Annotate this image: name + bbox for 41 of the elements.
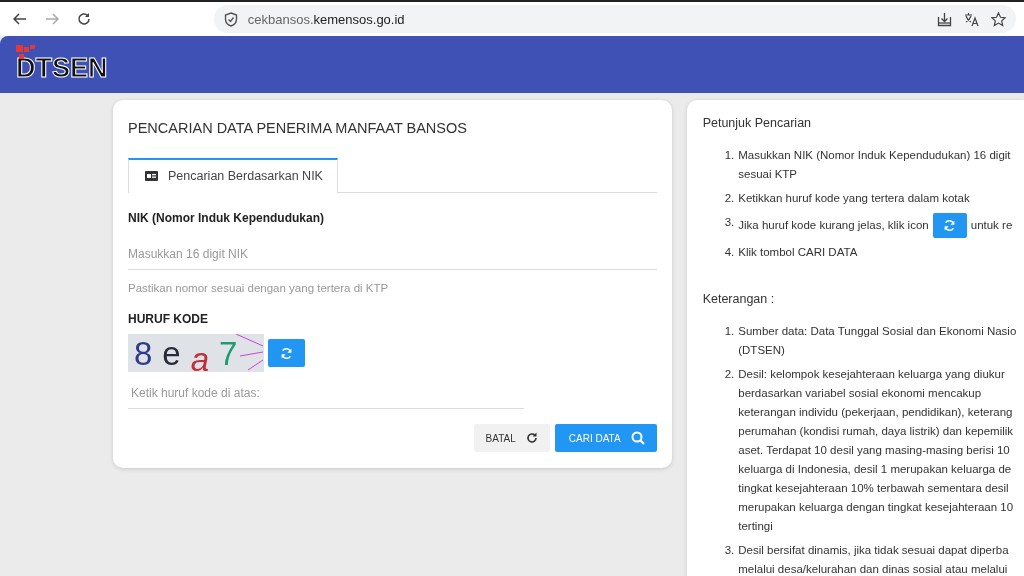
list-number: 3. (724, 215, 735, 230)
nik-input[interactable]: Masukkan 16 digit NIK (128, 239, 657, 270)
list-text: Klik tombol CARI DATA (738, 245, 858, 260)
list-text: Desil: kelompok kesejahteraan keluarga yang diukur berdasarkan variabel sosial ekonomi mencakup keterangan individu (pekerjaan, pendidikan), keterang perumahan (kondisi rumah, daya listrik) dan kepemilik aset. Terdapat 10 desil yang masing-masing berisi 10 keluarga di Indonesia, desil 1 merupakan keluarga de tingkat kesejahteraan 10% terbawah sementara desil merupakan keluarga dengan tingkat kesejahteraan 10 tertingi (738, 367, 1014, 534)
refresh-icon (280, 346, 293, 360)
list-text: Desil bersifat dinamis, jika tidak sesuai dapat diperba melalui desa/kelurahan dan dinas sosial atau melalui (738, 543, 1009, 576)
captcha-image: 8 e a 7 (128, 334, 264, 372)
field-label: HURUF KODE (128, 312, 209, 326)
field-hint: Pastikan nomor sesuai dengan yang tertera di KTP (128, 282, 390, 294)
translate-icon[interactable] (964, 11, 979, 27)
list-number: 1. (724, 148, 735, 163)
code-input[interactable]: Ketik huruf kode di atas: (128, 378, 524, 409)
shield-icon[interactable] (223, 11, 238, 27)
list-number: 1. (724, 324, 735, 339)
field-label: NIK (Nomor Induk Kependudukan) (128, 211, 325, 225)
tab[interactable]: Pencarian Berdasarkan NIK (128, 158, 338, 193)
reset-icon (525, 432, 538, 444)
list-text: Sumber data: Data Tunggal Sosial dan Ekonomi Nasio (DTSEN) (738, 324, 1017, 358)
list-number: 2. (724, 367, 735, 382)
card-title: PENCARIAN DATA PENERIMA MANFAAT BANSOS (128, 120, 468, 136)
refresh-icon (943, 219, 957, 232)
section-title: Keterangan : (702, 292, 776, 306)
cancel-button[interactable]: BATAL (473, 424, 550, 452)
reload-icon[interactable] (76, 12, 91, 26)
star-icon[interactable] (991, 11, 1006, 27)
search-icon (630, 431, 645, 445)
back-icon[interactable] (12, 13, 27, 25)
list-text: untuk re (970, 218, 1013, 233)
download-icon[interactable] (937, 11, 952, 27)
id-card-icon (145, 171, 158, 181)
logo-text: DTSEN (16, 53, 108, 84)
list-number: 3. (724, 543, 735, 558)
address-bar[interactable]: cekbansos.kemensos.go.id (213, 5, 1016, 33)
list-text: Ketikkan huruf kode yang tertera dalam kotak (738, 191, 970, 206)
refresh-captcha-button[interactable] (268, 339, 305, 367)
section-title: Petunjuk Pencarian (702, 116, 813, 130)
list-number: 4. (724, 245, 735, 260)
url-text: cekbansos.kemensos.go.id (247, 11, 405, 27)
list-text: Jika huruf kode kurang jelas, klik icon (738, 218, 929, 233)
list-number: 2. (724, 191, 735, 206)
list-text: Masukkan NIK (Nomor Induk Kependudukan) 16 digit sesuai KTP (738, 148, 1011, 182)
